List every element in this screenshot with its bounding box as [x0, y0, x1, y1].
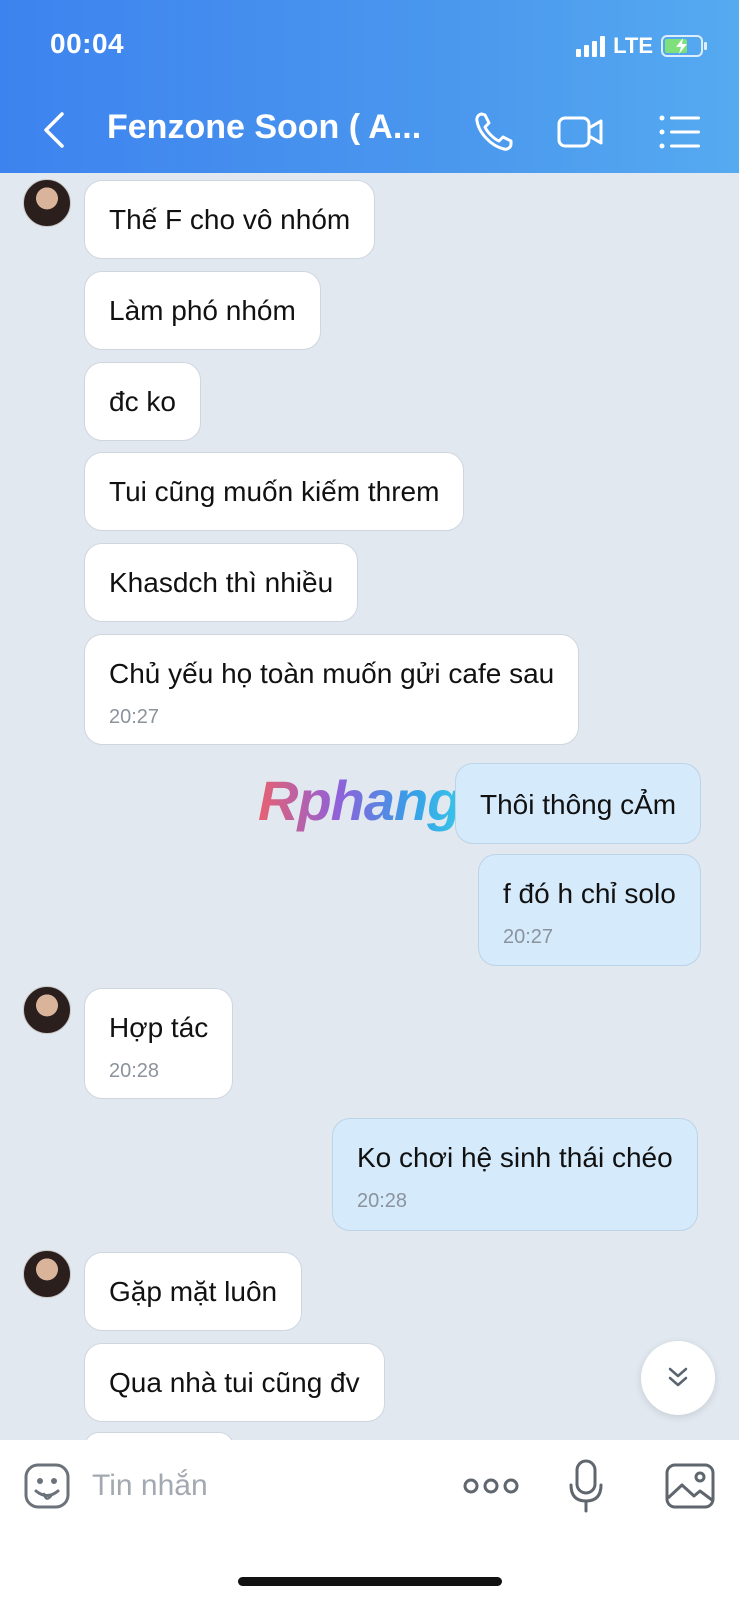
incoming-message[interactable]: Làm phó nhóm — [84, 271, 321, 350]
status-indicators: LTE — [576, 33, 709, 59]
message-time: 20:28 — [109, 1059, 160, 1082]
status-time: 00:04 — [50, 28, 125, 59]
chat-header: 00:04 LTE Fenzone Soon ( A... — [0, 0, 739, 173]
message-text: Tui cũng muốn kiếm threm — [109, 476, 440, 507]
conversation-title[interactable]: Fenzone Soon ( A... — [107, 108, 421, 147]
incoming-message[interactable]: Tui cũng muốn kiếm threm — [84, 452, 465, 531]
outgoing-message[interactable]: f đó h chỉ solo 20:27 — [478, 854, 701, 966]
message-text: đc ko — [109, 386, 176, 417]
message-time: 20:27 — [109, 705, 160, 728]
incoming-message[interactable]: Qua nhà tui cũng đv — [84, 1343, 385, 1422]
contact-avatar[interactable] — [23, 1250, 71, 1298]
message-time: 20:27 — [503, 925, 554, 948]
incoming-message[interactable]: Gặp mặt luôn — [84, 1252, 303, 1331]
phone-call-icon[interactable] — [470, 108, 518, 156]
outgoing-message[interactable]: Ko chơi hệ sinh thái chéo 20:28 — [332, 1118, 698, 1231]
home-indicator[interactable] — [238, 1577, 502, 1586]
incoming-message[interactable]: Khasdch thì nhiều — [84, 543, 359, 622]
double-chevron-down-icon — [668, 1367, 688, 1387]
battery-icon — [661, 35, 707, 57]
message-text: Hợp tác — [109, 1012, 209, 1043]
outgoing-message[interactable]: Thôi thông cẢm — [455, 763, 702, 844]
microphone-icon[interactable] — [568, 1458, 604, 1514]
incoming-message[interactable]: Chủ yếu họ toàn muốn gửi cafe sau 20:27 — [84, 634, 580, 745]
message-time: 20:28 — [357, 1189, 408, 1212]
message-text: Ko chơi hệ sinh thái chéo — [357, 1142, 673, 1173]
message-text: Thế F cho vô nhóm — [109, 204, 351, 235]
signal-icon — [576, 35, 606, 57]
chat-screen: 00:04 LTE Fenzone Soon ( A... Thế F cho … — [0, 0, 739, 1600]
more-options-icon[interactable] — [462, 1466, 520, 1506]
video-call-icon[interactable] — [556, 108, 604, 156]
contact-avatar[interactable] — [23, 179, 71, 227]
back-button[interactable] — [40, 110, 70, 150]
emoji-sticker-icon[interactable] — [23, 1462, 71, 1510]
watermark-logo: Rphang — [258, 769, 461, 832]
image-gallery-icon[interactable] — [664, 1462, 716, 1510]
message-text: Qua nhà tui cũng đv — [109, 1367, 360, 1398]
message-text: Khasdch thì nhiều — [109, 567, 334, 598]
message-text: Gặp mặt luôn — [109, 1276, 278, 1307]
message-text: Chủ yếu họ toàn muốn gửi cafe sau — [109, 658, 555, 689]
message-text: f đó h chỉ solo — [503, 878, 676, 909]
incoming-message[interactable]: Thế F cho vô nhóm — [84, 180, 376, 259]
contact-avatar[interactable] — [23, 986, 71, 1034]
incoming-message[interactable]: đc ko — [84, 362, 201, 441]
message-composer — [0, 1440, 739, 1600]
message-input[interactable] — [92, 1458, 432, 1514]
message-text: Làm phó nhóm — [109, 295, 296, 326]
network-label: LTE — [613, 33, 653, 58]
scroll-to-bottom-button[interactable] — [641, 1341, 715, 1415]
incoming-message[interactable]: Hợp tác 20:28 — [84, 988, 234, 1099]
menu-list-icon[interactable] — [656, 108, 704, 156]
message-text: Thôi thông cẢm — [480, 789, 677, 820]
